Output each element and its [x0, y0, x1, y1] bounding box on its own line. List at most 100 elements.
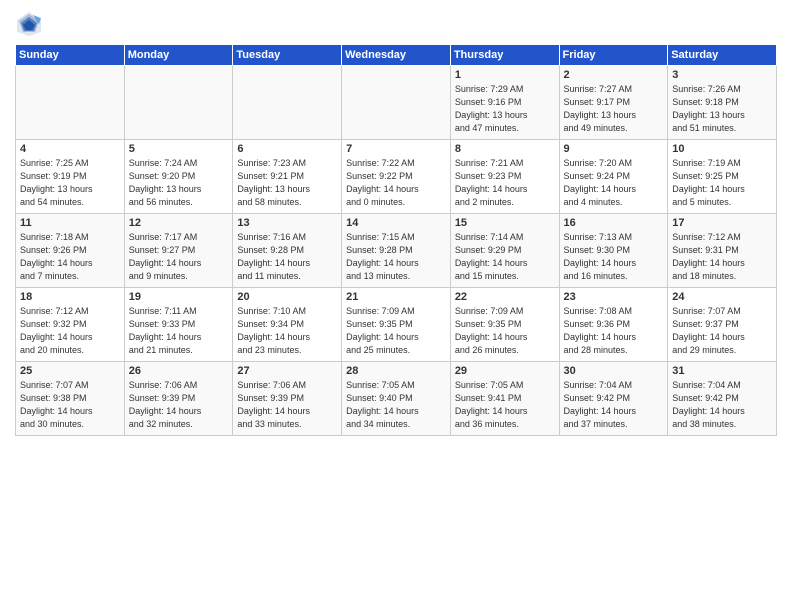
calendar-cell: 17 Sunrise: 7:12 AM Sunset: 9:31 PM Dayli… — [668, 214, 777, 288]
calendar-cell: 2Sunrise: 7:27 AM Sunset: 9:17 PM Daylig… — [559, 66, 668, 140]
calendar-cell: 27 Sunrise: 7:06 AM Sunset: 9:39 PM Dayli… — [233, 362, 342, 436]
day-number: 25 — [20, 365, 120, 377]
day-number: 8 — [455, 143, 555, 155]
day-number: 7 — [346, 143, 446, 155]
day-number: 29 — [455, 365, 555, 377]
day-info: Sunrise: 7:19 AM Sunset: 9:25 PM Dayligh… — [672, 157, 772, 209]
day-info: Sunrise: 7:23 AM Sunset: 9:21 PM Dayligh… — [237, 157, 337, 209]
calendar-cell: 25 Sunrise: 7:07 AM Sunset: 9:38 PM Dayli… — [16, 362, 125, 436]
header-row: SundayMondayTuesdayWednesdayThursdayFrid… — [16, 45, 777, 66]
day-number: 3 — [672, 69, 772, 81]
calendar-cell — [233, 66, 342, 140]
calendar-cell: 1Sunrise: 7:29 AM Sunset: 9:16 PM Daylig… — [450, 66, 559, 140]
calendar-cell: 8 Sunrise: 7:21 AM Sunset: 9:23 PM Daylig… — [450, 140, 559, 214]
day-number: 16 — [564, 217, 664, 229]
calendar-cell: 14Sunrise: 7:15 AM Sunset: 9:28 PM Dayli… — [342, 214, 451, 288]
calendar-cell: 9 Sunrise: 7:20 AM Sunset: 9:24 PM Daylig… — [559, 140, 668, 214]
day-number: 30 — [564, 365, 664, 377]
calendar-cell: 22 Sunrise: 7:09 AM Sunset: 9:35 PM Dayli… — [450, 288, 559, 362]
day-number: 18 — [20, 291, 120, 303]
day-info: Sunrise: 7:26 AM Sunset: 9:18 PM Dayligh… — [672, 83, 772, 135]
calendar-cell — [16, 66, 125, 140]
col-header-tuesday: Tuesday — [233, 45, 342, 66]
calendar-cell: 4 Sunrise: 7:25 AM Sunset: 9:19 PM Daylig… — [16, 140, 125, 214]
day-number: 28 — [346, 365, 446, 377]
week-row-4: 18 Sunrise: 7:12 AM Sunset: 9:32 PM Dayli… — [16, 288, 777, 362]
day-number: 4 — [20, 143, 120, 155]
col-header-monday: Monday — [124, 45, 233, 66]
calendar-cell: 12 Sunrise: 7:17 AM Sunset: 9:27 PM Dayli… — [124, 214, 233, 288]
day-info: Sunrise: 7:25 AM Sunset: 9:19 PM Dayligh… — [20, 157, 120, 209]
day-info: Sunrise: 7:12 AM Sunset: 9:31 PM Dayligh… — [672, 231, 772, 283]
day-info: Sunrise: 7:27 AM Sunset: 9:17 PM Dayligh… — [564, 83, 664, 135]
day-info: Sunrise: 7:13 AM Sunset: 9:30 PM Dayligh… — [564, 231, 664, 283]
calendar-cell: 30 Sunrise: 7:04 AM Sunset: 9:42 PM Dayli… — [559, 362, 668, 436]
col-header-friday: Friday — [559, 45, 668, 66]
col-header-saturday: Saturday — [668, 45, 777, 66]
day-info: Sunrise: 7:06 AM Sunset: 9:39 PM Dayligh… — [129, 379, 229, 431]
day-number: 10 — [672, 143, 772, 155]
day-info: Sunrise: 7:05 AM Sunset: 9:40 PM Dayligh… — [346, 379, 446, 431]
col-header-thursday: Thursday — [450, 45, 559, 66]
day-number: 15 — [455, 217, 555, 229]
day-info: Sunrise: 7:04 AM Sunset: 9:42 PM Dayligh… — [564, 379, 664, 431]
calendar-cell: 11 Sunrise: 7:18 AM Sunset: 9:26 PM Dayli… — [16, 214, 125, 288]
day-number: 12 — [129, 217, 229, 229]
day-info: Sunrise: 7:24 AM Sunset: 9:20 PM Dayligh… — [129, 157, 229, 209]
calendar-cell: 26 Sunrise: 7:06 AM Sunset: 9:39 PM Dayli… — [124, 362, 233, 436]
day-info: Sunrise: 7:20 AM Sunset: 9:24 PM Dayligh… — [564, 157, 664, 209]
calendar-cell: 3 Sunrise: 7:26 AM Sunset: 9:18 PM Daylig… — [668, 66, 777, 140]
day-number: 13 — [237, 217, 337, 229]
logo — [15, 10, 47, 38]
day-info: Sunrise: 7:29 AM Sunset: 9:16 PM Dayligh… — [455, 83, 555, 135]
day-info: Sunrise: 7:09 AM Sunset: 9:35 PM Dayligh… — [455, 305, 555, 357]
day-info: Sunrise: 7:21 AM Sunset: 9:23 PM Dayligh… — [455, 157, 555, 209]
calendar-cell: 24Sunrise: 7:07 AM Sunset: 9:37 PM Dayli… — [668, 288, 777, 362]
day-number: 31 — [672, 365, 772, 377]
calendar-page: SundayMondayTuesdayWednesdayThursdayFrid… — [0, 0, 792, 612]
day-number: 26 — [129, 365, 229, 377]
day-info: Sunrise: 7:17 AM Sunset: 9:27 PM Dayligh… — [129, 231, 229, 283]
calendar-cell: 6 Sunrise: 7:23 AM Sunset: 9:21 PM Daylig… — [233, 140, 342, 214]
day-number: 20 — [237, 291, 337, 303]
day-number: 17 — [672, 217, 772, 229]
day-number: 9 — [564, 143, 664, 155]
calendar-table: SundayMondayTuesdayWednesdayThursdayFrid… — [15, 44, 777, 436]
week-row-2: 4 Sunrise: 7:25 AM Sunset: 9:19 PM Daylig… — [16, 140, 777, 214]
day-info: Sunrise: 7:11 AM Sunset: 9:33 PM Dayligh… — [129, 305, 229, 357]
calendar-cell: 18 Sunrise: 7:12 AM Sunset: 9:32 PM Dayli… — [16, 288, 125, 362]
week-row-5: 25 Sunrise: 7:07 AM Sunset: 9:38 PM Dayli… — [16, 362, 777, 436]
calendar-cell: 23 Sunrise: 7:08 AM Sunset: 9:36 PM Dayli… — [559, 288, 668, 362]
day-number: 11 — [20, 217, 120, 229]
day-number: 6 — [237, 143, 337, 155]
calendar-cell: 10 Sunrise: 7:19 AM Sunset: 9:25 PM Dayli… — [668, 140, 777, 214]
col-header-sunday: Sunday — [16, 45, 125, 66]
header — [15, 10, 777, 38]
day-info: Sunrise: 7:06 AM Sunset: 9:39 PM Dayligh… — [237, 379, 337, 431]
day-info: Sunrise: 7:07 AM Sunset: 9:38 PM Dayligh… — [20, 379, 120, 431]
day-info: Sunrise: 7:22 AM Sunset: 9:22 PM Dayligh… — [346, 157, 446, 209]
day-number: 27 — [237, 365, 337, 377]
day-number: 22 — [455, 291, 555, 303]
calendar-cell: 31 Sunrise: 7:04 AM Sunset: 9:42 PM Dayli… — [668, 362, 777, 436]
col-header-wednesday: Wednesday — [342, 45, 451, 66]
day-info: Sunrise: 7:12 AM Sunset: 9:32 PM Dayligh… — [20, 305, 120, 357]
calendar-cell: 7 Sunrise: 7:22 AM Sunset: 9:22 PM Daylig… — [342, 140, 451, 214]
day-info: Sunrise: 7:15 AM Sunset: 9:28 PM Dayligh… — [346, 231, 446, 283]
week-row-3: 11 Sunrise: 7:18 AM Sunset: 9:26 PM Dayli… — [16, 214, 777, 288]
day-info: Sunrise: 7:05 AM Sunset: 9:41 PM Dayligh… — [455, 379, 555, 431]
calendar-cell: 21Sunrise: 7:09 AM Sunset: 9:35 PM Dayli… — [342, 288, 451, 362]
day-info: Sunrise: 7:14 AM Sunset: 9:29 PM Dayligh… — [455, 231, 555, 283]
day-number: 5 — [129, 143, 229, 155]
day-info: Sunrise: 7:08 AM Sunset: 9:36 PM Dayligh… — [564, 305, 664, 357]
day-number: 23 — [564, 291, 664, 303]
calendar-cell: 28 Sunrise: 7:05 AM Sunset: 9:40 PM Dayli… — [342, 362, 451, 436]
logo-icon — [15, 10, 43, 38]
day-number: 24 — [672, 291, 772, 303]
calendar-cell: 5 Sunrise: 7:24 AM Sunset: 9:20 PM Daylig… — [124, 140, 233, 214]
day-number: 19 — [129, 291, 229, 303]
calendar-cell: 19 Sunrise: 7:11 AM Sunset: 9:33 PM Dayli… — [124, 288, 233, 362]
day-info: Sunrise: 7:04 AM Sunset: 9:42 PM Dayligh… — [672, 379, 772, 431]
day-info: Sunrise: 7:18 AM Sunset: 9:26 PM Dayligh… — [20, 231, 120, 283]
calendar-cell — [124, 66, 233, 140]
